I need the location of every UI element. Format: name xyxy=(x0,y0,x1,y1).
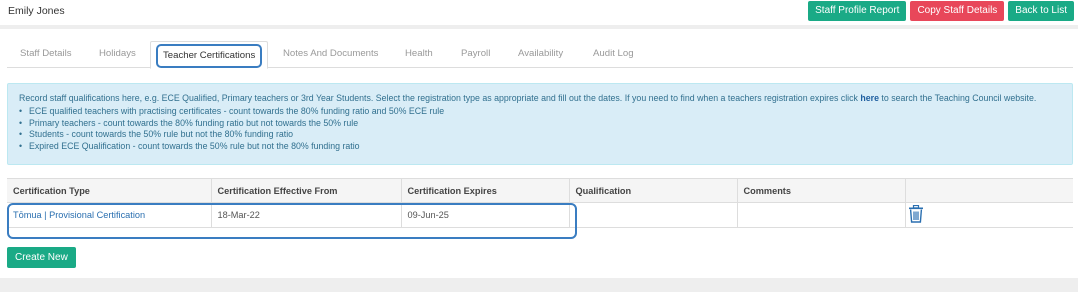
info-intro-text: Record staff qualifications here, e.g. E… xyxy=(19,93,861,103)
actions-cell xyxy=(905,202,1073,228)
tab-staff-details[interactable]: Staff Details xyxy=(20,41,72,68)
back-to-list-button[interactable]: Back to List xyxy=(1008,1,1074,21)
column-header-effective-from: Certification Effective From xyxy=(211,178,402,203)
comments-cell xyxy=(737,202,906,228)
info-bullet-list: ECE qualified teachers with practising c… xyxy=(19,106,1061,152)
staff-profile-report-button[interactable]: Staff Profile Report xyxy=(808,1,907,21)
info-bullet: Primary teachers - count towards the 80%… xyxy=(19,118,1061,130)
teaching-council-link[interactable]: here xyxy=(860,93,879,103)
info-intro: Record staff qualifications here, e.g. E… xyxy=(19,92,1061,104)
copy-staff-details-button[interactable]: Copy Staff Details xyxy=(910,1,1005,21)
column-header-qualification: Qualification xyxy=(569,178,738,203)
tab-availability[interactable]: Availability xyxy=(518,41,563,68)
certification-type-cell[interactable]: Tōmua | Provisional Certification xyxy=(7,202,212,228)
column-header-actions xyxy=(905,178,1073,203)
tab-payroll[interactable]: Payroll xyxy=(461,41,490,68)
create-new-button[interactable]: Create New xyxy=(7,247,76,268)
footer-bar xyxy=(0,278,1078,292)
trash-icon[interactable] xyxy=(908,204,924,225)
column-header-comments: Comments xyxy=(737,178,906,203)
certifications-table: Certification Type Certification Effecti… xyxy=(7,178,1073,228)
tab-bar: Staff Details Holidays Teacher Certifica… xyxy=(7,41,1073,69)
column-header-expires: Certification Expires xyxy=(401,178,570,203)
info-bullet: Expired ECE Qualification - count toward… xyxy=(19,141,1061,153)
info-panel: Record staff qualifications here, e.g. E… xyxy=(7,83,1073,165)
effective-from-cell: 18-Mar-22 xyxy=(211,202,402,228)
tab-health[interactable]: Health xyxy=(405,41,433,68)
info-bullet: ECE qualified teachers with practising c… xyxy=(19,106,1061,118)
column-header-certification-type: Certification Type xyxy=(7,178,212,203)
table-row[interactable]: Tōmua | Provisional Certification 18-Mar… xyxy=(7,202,1073,228)
tab-teacher-certifications[interactable]: Teacher Certifications xyxy=(150,41,269,69)
info-intro-text-end: to search the Teaching Council website. xyxy=(878,93,1037,103)
expires-cell: 09-Jun-25 xyxy=(401,202,570,228)
header-divider xyxy=(0,25,1078,29)
tab-label-active: Teacher Certifications xyxy=(156,44,263,68)
qualification-cell xyxy=(569,202,738,228)
tab-notes-and-documents[interactable]: Notes And Documents xyxy=(283,41,378,68)
tab-audit-log[interactable]: Audit Log xyxy=(593,41,634,68)
header-actions: Staff Profile Report Copy Staff Details … xyxy=(808,1,1074,21)
info-bullet: Students - count towards the 50% rule bu… xyxy=(19,129,1061,141)
certifications-table-wrap: Certification Type Certification Effecti… xyxy=(7,178,1073,239)
staff-name: Emily Jones xyxy=(8,5,65,17)
table-header-row: Certification Type Certification Effecti… xyxy=(7,178,1073,203)
tab-holidays[interactable]: Holidays xyxy=(99,41,136,68)
